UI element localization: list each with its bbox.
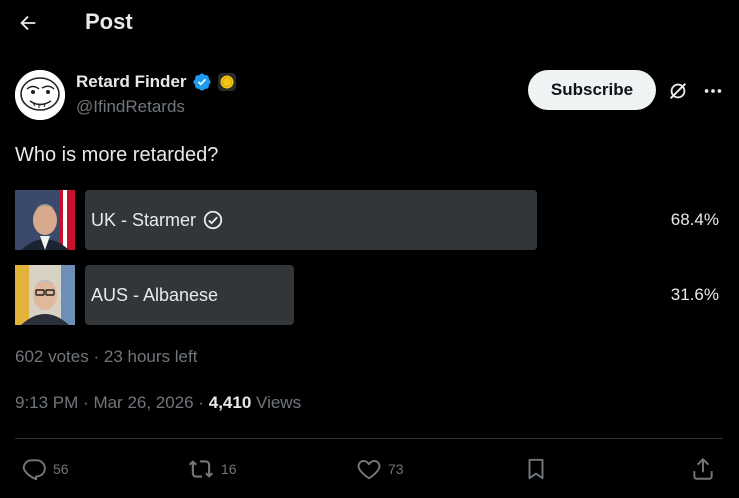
page-title: Post — [85, 9, 133, 34]
author-name-row: Retard Finder — [76, 72, 237, 92]
author-handle[interactable]: @IfindRetards — [76, 97, 185, 117]
back-button[interactable] — [14, 9, 42, 37]
share-icon — [693, 458, 713, 480]
poll-vote-count: 602 votes — [15, 347, 89, 366]
cartoon-face-avatar-icon — [15, 70, 65, 120]
bookmark-button[interactable] — [523, 455, 549, 483]
albanese-portrait-image — [15, 265, 75, 325]
separator-dot: · — [198, 393, 209, 412]
verified-badge-icon — [192, 73, 211, 91]
grok-icon — [669, 82, 687, 100]
author-display-name[interactable]: Retard Finder — [76, 72, 187, 92]
gold-coin-badge-icon — [217, 73, 236, 91]
more-options-button[interactable] — [700, 78, 726, 104]
post-timestamp: 9:13 PM · Mar 26, 2026 · 4,410 Views — [15, 393, 301, 413]
post-time[interactable]: 9:13 PM — [15, 393, 78, 412]
reply-count: 56 — [53, 461, 69, 477]
separator-dot: · — [83, 393, 94, 412]
divider — [15, 438, 723, 439]
poll-option[interactable]: UK - Starmer 68.4% — [15, 190, 725, 250]
starmer-portrait-image — [15, 190, 75, 250]
like-count: 73 — [388, 461, 404, 477]
grok-button[interactable] — [665, 78, 691, 104]
repost-count: 16 — [221, 461, 237, 477]
more-dots-icon — [704, 89, 722, 93]
poll-option-image — [15, 190, 75, 250]
repost-button[interactable]: 16 — [187, 455, 237, 483]
share-button[interactable] — [690, 455, 716, 483]
poll-option-label: AUS - Albanese — [91, 265, 218, 325]
poll-option-image — [15, 265, 75, 325]
poll-option-text: UK - Starmer — [91, 209, 197, 230]
back-arrow-icon — [20, 15, 36, 31]
poll-option[interactable]: AUS - Albanese 31.6% — [15, 265, 725, 325]
subscribe-button[interactable]: Subscribe — [528, 70, 656, 110]
bookmark-icon — [528, 458, 544, 480]
poll-time-left: 23 hours left — [103, 347, 198, 366]
poll-option-text: AUS - Albanese — [91, 284, 219, 305]
poll-meta: 602 votes · 23 hours left — [15, 347, 197, 367]
like-button[interactable]: 73 — [356, 455, 404, 483]
avatar[interactable] — [15, 70, 65, 120]
reply-icon — [22, 459, 46, 481]
poll-option-percent: 31.6% — [670, 285, 719, 304]
top-bar: Post — [0, 0, 739, 46]
selected-check-icon — [203, 210, 223, 230]
views-label: Views — [256, 393, 302, 412]
poll-option-label: UK - Starmer — [91, 190, 224, 250]
views-count: 4,410 — [208, 393, 252, 412]
poll-option-percent: 68.4% — [670, 210, 719, 229]
repost-icon — [188, 460, 214, 478]
post-date[interactable]: Mar 26, 2026 — [93, 393, 193, 412]
heart-icon — [357, 459, 381, 480]
reply-button[interactable]: 56 — [21, 455, 69, 483]
separator-dot: · — [93, 347, 104, 366]
post-text: Who is more retarded? — [15, 144, 219, 166]
